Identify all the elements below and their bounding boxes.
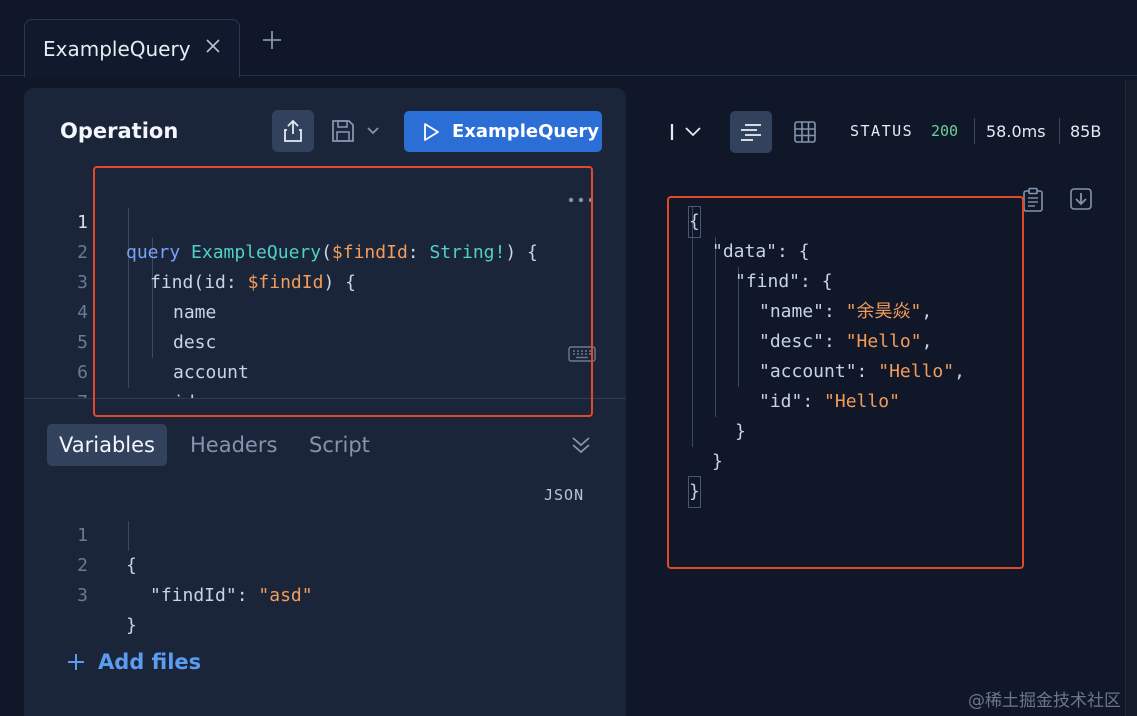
- response-viewer[interactable]: { "data": { "find": { "name": "余昊焱", "de…: [680, 177, 1020, 508]
- play-icon: [424, 122, 439, 141]
- code-line: }: [24, 388, 624, 398]
- divider: [1059, 118, 1060, 144]
- tab-bar: ExampleQuery: [0, 0, 1137, 77]
- watermark: @稀土掘金技术社区: [968, 691, 1121, 711]
- response-view-selector[interactable]: [664, 116, 708, 148]
- format-view-button[interactable]: [730, 111, 772, 153]
- code-line: "id": "Hello": [680, 357, 1137, 412]
- tab-example-query[interactable]: ExampleQuery: [24, 19, 240, 77]
- code-line: 7 }: [24, 358, 624, 398]
- code-line: "find": {: [680, 237, 1137, 292]
- code-line: }: [680, 387, 1137, 442]
- add-files-label: Add files: [98, 650, 202, 674]
- run-query-label: ExampleQuery: [452, 121, 600, 142]
- line-number: 3: [77, 585, 88, 606]
- cursor-icon: [670, 124, 674, 140]
- share-icon: [284, 119, 302, 142]
- json-key: "findId": [150, 585, 237, 606]
- table-icon[interactable]: [793, 120, 817, 144]
- code-line: 4 desc: [24, 268, 624, 353]
- chevron-down-icon: [685, 127, 701, 137]
- code-line: "data": {: [680, 207, 1137, 262]
- code-line: 2 "findId": "asd": [24, 521, 624, 606]
- add-files-button[interactable]: Add files: [66, 650, 201, 674]
- code-line: 1 query ExampleQuery($findId: String!) {: [24, 178, 624, 263]
- tab-script[interactable]: Script: [297, 424, 382, 466]
- code-punct: :: [236, 585, 259, 606]
- plus-icon: [68, 654, 84, 670]
- tab-headers[interactable]: Headers: [178, 424, 289, 466]
- response-size: 85B: [1070, 122, 1102, 141]
- status-code: 200: [931, 122, 959, 140]
- code-line: "name": "余昊焱",: [680, 267, 1137, 322]
- tab-label: ExampleQuery: [43, 36, 191, 61]
- code-line: 3 }: [24, 551, 624, 636]
- collapse-icon[interactable]: [570, 434, 592, 456]
- code-line: }: [680, 447, 1137, 508]
- keyboard-icon[interactable]: [568, 346, 596, 362]
- plus-icon[interactable]: [260, 28, 284, 52]
- close-icon[interactable]: [203, 36, 223, 56]
- code-punct: }: [688, 476, 701, 508]
- code-line: 6 id: [24, 328, 624, 398]
- tab-variables[interactable]: Variables: [47, 424, 167, 466]
- variables-editor[interactable]: 1 { 2 "findId": "asd" 3 }: [24, 491, 626, 636]
- operation-title: Operation: [60, 119, 179, 143]
- chevron-down-icon: [367, 127, 379, 135]
- save-icon: [332, 120, 354, 142]
- code-punct: }: [126, 615, 137, 636]
- code-line: {: [680, 177, 1137, 238]
- save-button[interactable]: [330, 114, 394, 148]
- response-time: 58.0ms: [986, 122, 1046, 141]
- code-line: "desc": "Hello",: [680, 297, 1137, 352]
- code-line: }: [680, 417, 1137, 472]
- code-line: "account": "Hello",: [680, 327, 1137, 382]
- code-line: 1 {: [24, 491, 624, 576]
- share-button[interactable]: [272, 110, 314, 152]
- operation-editor[interactable]: 1 query ExampleQuery($findId: String!) {…: [24, 178, 626, 399]
- text-align-icon: [741, 124, 761, 141]
- more-icon[interactable]: [566, 193, 596, 207]
- status-label: STATUS: [850, 122, 914, 140]
- json-string: "asd": [258, 585, 313, 606]
- operation-panel: Operation ExampleQuery 1 query ExampleQu…: [24, 88, 626, 716]
- code-line: 3 name: [24, 238, 624, 323]
- divider: [974, 118, 975, 144]
- scrollbar[interactable]: [1125, 80, 1137, 716]
- code-line: 5 account: [24, 298, 624, 383]
- code-line: 2 find(id: $findId) {: [24, 208, 624, 293]
- run-query-button[interactable]: ExampleQuery: [404, 111, 602, 152]
